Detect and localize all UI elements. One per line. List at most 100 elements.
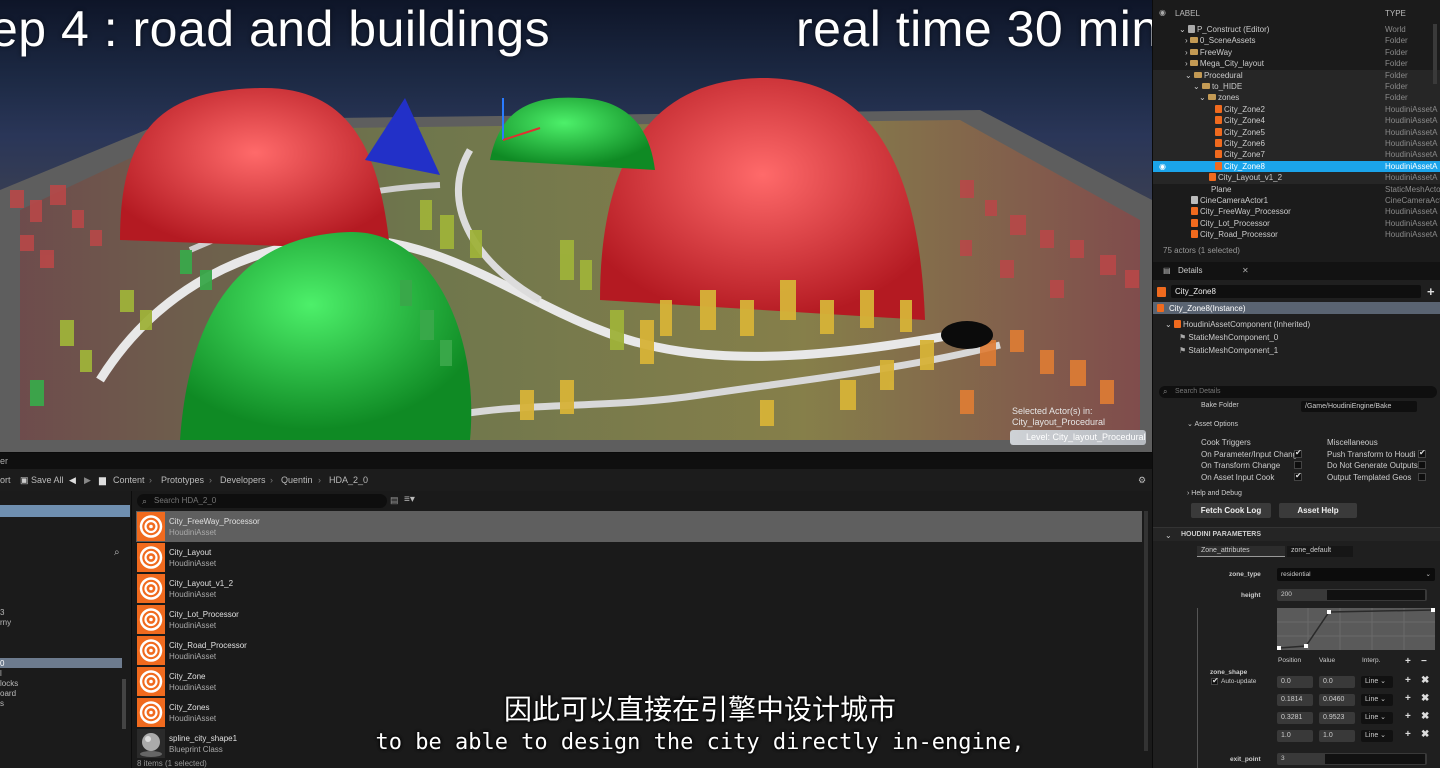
insert-point-icon[interactable]: + [1405, 729, 1411, 740]
on-transform-checkbox[interactable] [1294, 461, 1302, 469]
details-tab[interactable]: ▤ Details ✕ [1153, 262, 1440, 280]
outliner-col-type[interactable]: TYPE [1385, 9, 1406, 18]
delete-point-icon[interactable]: ✖ [1421, 675, 1429, 686]
outliner-row-type: HoudiniAssetA [1385, 150, 1438, 160]
remove-ramp-point-icon[interactable]: − [1421, 656, 1427, 667]
ramp-point-interp[interactable]: Line ⌄ [1361, 676, 1393, 688]
outliner-row-selected[interactable]: ◉ City_Zone8 HoudiniAssetA [1153, 160, 1440, 173]
outliner-row[interactable]: City_Zone4 HoudiniAssetA [1153, 115, 1440, 127]
level-pill[interactable]: Level: City_layout_Procedural [1010, 430, 1146, 445]
templated-geos-checkbox[interactable] [1418, 473, 1426, 481]
tab-zone-default[interactable]: zone_default [1287, 546, 1353, 557]
outliner-row[interactable]: CineCameraActor1 CineCameraActo [1153, 195, 1440, 206]
breadcrumb-content[interactable]: Content [113, 469, 145, 491]
outliner-row-label: City_FreeWay_Processor [1200, 207, 1291, 217]
outliner-row[interactable]: City_Zone7 HoudiniAssetA [1153, 149, 1440, 161]
breadcrumb-quentin[interactable]: Quentin [281, 469, 313, 491]
insert-point-icon[interactable]: + [1405, 675, 1411, 686]
outliner-row[interactable]: City_Zone6 HoudiniAssetA [1153, 138, 1440, 150]
save-all-button[interactable]: Save All [31, 469, 64, 491]
exit-point-slider-track[interactable] [1325, 754, 1425, 764]
insert-point-icon[interactable]: + [1405, 693, 1411, 704]
breadcrumb-developers[interactable]: Developers [220, 469, 266, 491]
asset-tile[interactable]: City_Layout HoudiniAsset [136, 542, 1142, 573]
level-viewport[interactable]: ep 4 : road and buildings real time 30 m… [0, 0, 1152, 452]
component-row[interactable]: ⌄ HoudiniAssetComponent (Inherited) [1165, 320, 1310, 329]
add-component-icon[interactable]: + [1427, 284, 1435, 299]
outliner-row[interactable]: ⌄ Procedural Folder [1153, 69, 1440, 81]
outliner-row[interactable]: City_Lot_Processor HoudiniAssetA [1153, 218, 1440, 229]
folder-item[interactable]: 3 [0, 608, 4, 618]
no-generate-outputs-checkbox[interactable] [1418, 461, 1426, 469]
outliner-row-type: HoudiniAssetA [1385, 207, 1438, 217]
history-forward-icon[interactable]: ▶ [84, 469, 91, 491]
save-icon[interactable]: ▣ [20, 469, 29, 491]
chevron-down-icon: ⌄ [1425, 571, 1431, 578]
close-icon[interactable]: ✕ [1242, 262, 1249, 280]
houdini-asset-icon [1191, 207, 1198, 216]
instance-row[interactable]: City_Zone8(Instance) [1153, 302, 1440, 314]
content-browser-tab[interactable]: er [0, 453, 1152, 469]
folder-item-selected[interactable]: 0 [0, 659, 4, 669]
asset-options-header[interactable]: ⌄ Asset Options [1187, 420, 1238, 428]
fetch-cook-log-button[interactable]: Fetch Cook Log [1191, 503, 1271, 518]
on-param-change-checkbox[interactable] [1294, 448, 1302, 458]
delete-point-icon[interactable]: ✖ [1421, 693, 1429, 704]
add-ramp-point-icon[interactable]: + [1405, 656, 1411, 667]
asset-type: HoudiniAsset [169, 621, 217, 630]
outliner-row[interactable]: › FreeWay Folder [1153, 47, 1440, 58]
asset-search-input[interactable]: Search HDA_2_0 [137, 494, 387, 508]
help-debug-header[interactable]: › Help and Debug [1187, 490, 1242, 497]
ramp-point-value[interactable]: 0.0 [1319, 676, 1355, 688]
details-search-input[interactable]: ⌕ Search Details [1159, 386, 1437, 398]
history-back-icon[interactable]: ◀ [69, 469, 76, 491]
breadcrumb-prototypes[interactable]: Prototypes [161, 469, 204, 491]
asset-tile[interactable]: City_Road_Processor HoudiniAsset [136, 635, 1142, 666]
outliner-row[interactable]: City_Zone2 HoudiniAssetA [1153, 103, 1440, 116]
delete-point-icon[interactable]: ✖ [1421, 729, 1429, 740]
on-asset-input-checkbox[interactable] [1294, 471, 1302, 481]
outliner-row[interactable]: › 0_SceneAssets Folder [1153, 35, 1440, 46]
eye-icon[interactable]: ◉ [1159, 161, 1166, 172]
asset-help-button[interactable]: Asset Help [1279, 503, 1357, 518]
save-search-icon[interactable]: ▤ [390, 495, 399, 506]
outliner-row[interactable]: City_Layout_v1_2 HoudiniAssetA [1153, 172, 1440, 184]
tab-zone-attributes[interactable]: Zone_attributes [1197, 546, 1285, 557]
folder-search-icon[interactable]: ⌕ [114, 547, 120, 558]
outliner-row[interactable]: › Mega_City_layout Folder [1153, 58, 1440, 69]
asset-tile[interactable]: City_FreeWay_Processor HoudiniAsset [136, 511, 1142, 542]
folder-item[interactable]: l [0, 669, 2, 679]
settings-gear-icon[interactable]: ⚙ [1138, 469, 1146, 491]
actor-name-field[interactable]: City_Zone8 [1171, 285, 1421, 298]
outliner-row[interactable]: City_Zone5 HoudiniAssetA [1153, 126, 1440, 138]
height-slider-track[interactable] [1327, 590, 1425, 600]
component-row[interactable]: ⚑ StaticMeshComponent_0 [1179, 333, 1278, 342]
push-transform-checkbox[interactable] [1418, 448, 1426, 458]
outliner-col-label[interactable]: LABEL [1175, 9, 1200, 18]
outliner-row[interactable]: ⌄ P_Construct (Editor) World [1153, 24, 1440, 35]
houdini-params-header[interactable]: ⌄ HOUDINI PARAMETERS [1153, 527, 1440, 541]
filter-icon[interactable]: ≡▾ [404, 494, 415, 505]
delete-point-icon[interactable]: ✖ [1421, 711, 1429, 722]
zone-shape-ramp[interactable] [1277, 608, 1435, 650]
asset-tile[interactable]: City_Lot_Processor HoudiniAsset [136, 604, 1142, 635]
insert-point-icon[interactable]: + [1405, 711, 1411, 722]
folder-item[interactable]: rny [0, 618, 11, 628]
bake-folder-field[interactable]: /Game/HoudiniEngine/Bake [1301, 401, 1417, 412]
outliner-row[interactable]: ⌄ to_HIDE Folder [1153, 81, 1440, 93]
outliner-row[interactable]: ⌄ zones Folder [1153, 92, 1440, 104]
breadcrumb-hda[interactable]: HDA_2_0 [329, 469, 368, 491]
outliner-row[interactable]: Plane StaticMeshActo [1153, 184, 1440, 195]
outliner-scrollbar[interactable] [1433, 24, 1437, 84]
zone-shape-label: zone_shape [1210, 669, 1248, 676]
ramp-point-position[interactable]: 0.0 [1277, 676, 1313, 688]
step-title-overlay: ep 4 : road and buildings [0, 1, 551, 57]
import-button[interactable]: ort [0, 469, 11, 491]
asset-tile[interactable]: City_Layout_v1_2 HoudiniAsset [136, 573, 1142, 604]
height-field[interactable]: 200 [1277, 589, 1427, 601]
outliner-row[interactable]: City_FreeWay_Processor HoudiniAssetA [1153, 206, 1440, 217]
auto-update-checkbox[interactable] [1211, 676, 1219, 685]
outliner-row[interactable]: City_Road_Processor HoudiniAssetA [1153, 229, 1440, 240]
zone-type-dropdown[interactable]: residential ⌄ [1277, 568, 1435, 581]
component-row[interactable]: ⚑ StaticMeshComponent_1 [1179, 346, 1278, 355]
